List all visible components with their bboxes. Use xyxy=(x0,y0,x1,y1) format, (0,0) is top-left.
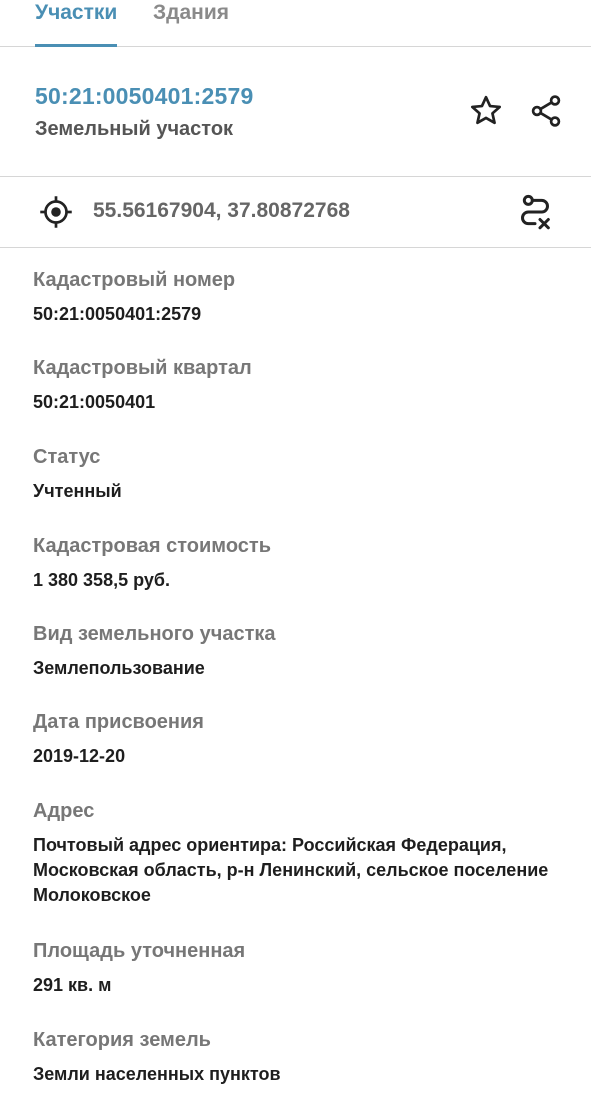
route-icon[interactable] xyxy=(515,192,555,232)
field-value: Землепользование xyxy=(33,658,205,678)
field-value: 50:21:0050401 xyxy=(33,392,156,412)
share-icon xyxy=(531,95,561,127)
field-label: Категория земель xyxy=(33,1029,211,1051)
field-area: Площадь уточненная 291 кв. м xyxy=(33,939,588,998)
field-label: Дата присвоения xyxy=(33,711,204,733)
field-value: 1 380 358,5 руб. xyxy=(33,570,170,590)
field-cadastral-number: Кадастровый номер 50:21:0050401:2579 xyxy=(33,268,588,327)
field-value: 291 кв. м xyxy=(33,975,112,995)
coordinates-text: 55.56167904, 37.80872768 xyxy=(93,199,350,222)
field-label: Адрес xyxy=(33,800,95,822)
field-label: Кадастровая стоимость xyxy=(33,535,271,557)
coordinates-row: 55.56167904, 37.80872768 xyxy=(0,177,591,248)
field-label: Вид земельного участка xyxy=(33,623,276,645)
field-value: Земли населенных пунктов xyxy=(33,1064,281,1084)
field-status: Статус Учтенный xyxy=(33,445,588,504)
object-header: 50:21:0050401:2579 Земельный участок xyxy=(0,47,591,177)
field-label: Статус xyxy=(33,446,101,468)
field-value: Учтенный xyxy=(33,481,122,501)
tab-buildings[interactable]: Здания xyxy=(153,0,229,46)
star-icon xyxy=(471,95,501,125)
field-value: Почтовый адрес ориентира: Российская Фед… xyxy=(33,835,549,905)
field-label: Кадастровый номер xyxy=(33,269,236,291)
share-button[interactable] xyxy=(526,91,566,131)
field-value: 2019-12-20 xyxy=(33,746,126,766)
object-type: Земельный участок xyxy=(35,118,234,140)
tab-bar: Участки Здания xyxy=(0,0,591,47)
target-icon[interactable] xyxy=(38,194,74,230)
field-cadastral-value: Кадастровая стоимость 1 380 358,5 руб. xyxy=(33,534,588,593)
tab-parcels[interactable]: Участки xyxy=(35,0,118,47)
field-value: 50:21:0050401:2579 xyxy=(33,304,202,324)
cadastral-number-link[interactable]: 50:21:0050401:2579 xyxy=(35,83,253,110)
field-land-type: Вид земельного участка Землепользование xyxy=(33,622,588,681)
favorite-button[interactable] xyxy=(466,91,506,131)
field-label: Кадастровый квартал xyxy=(33,357,252,379)
field-land-category: Категория земель Земли населенных пункто… xyxy=(33,1028,588,1087)
field-assignment-date: Дата присвоения 2019-12-20 xyxy=(33,710,588,769)
field-address: Адрес Почтовый адрес ориентира: Российск… xyxy=(33,799,588,908)
field-label: Площадь уточненная xyxy=(33,940,246,962)
field-cadastral-quarter: Кадастровый квартал 50:21:0050401 xyxy=(33,356,588,415)
